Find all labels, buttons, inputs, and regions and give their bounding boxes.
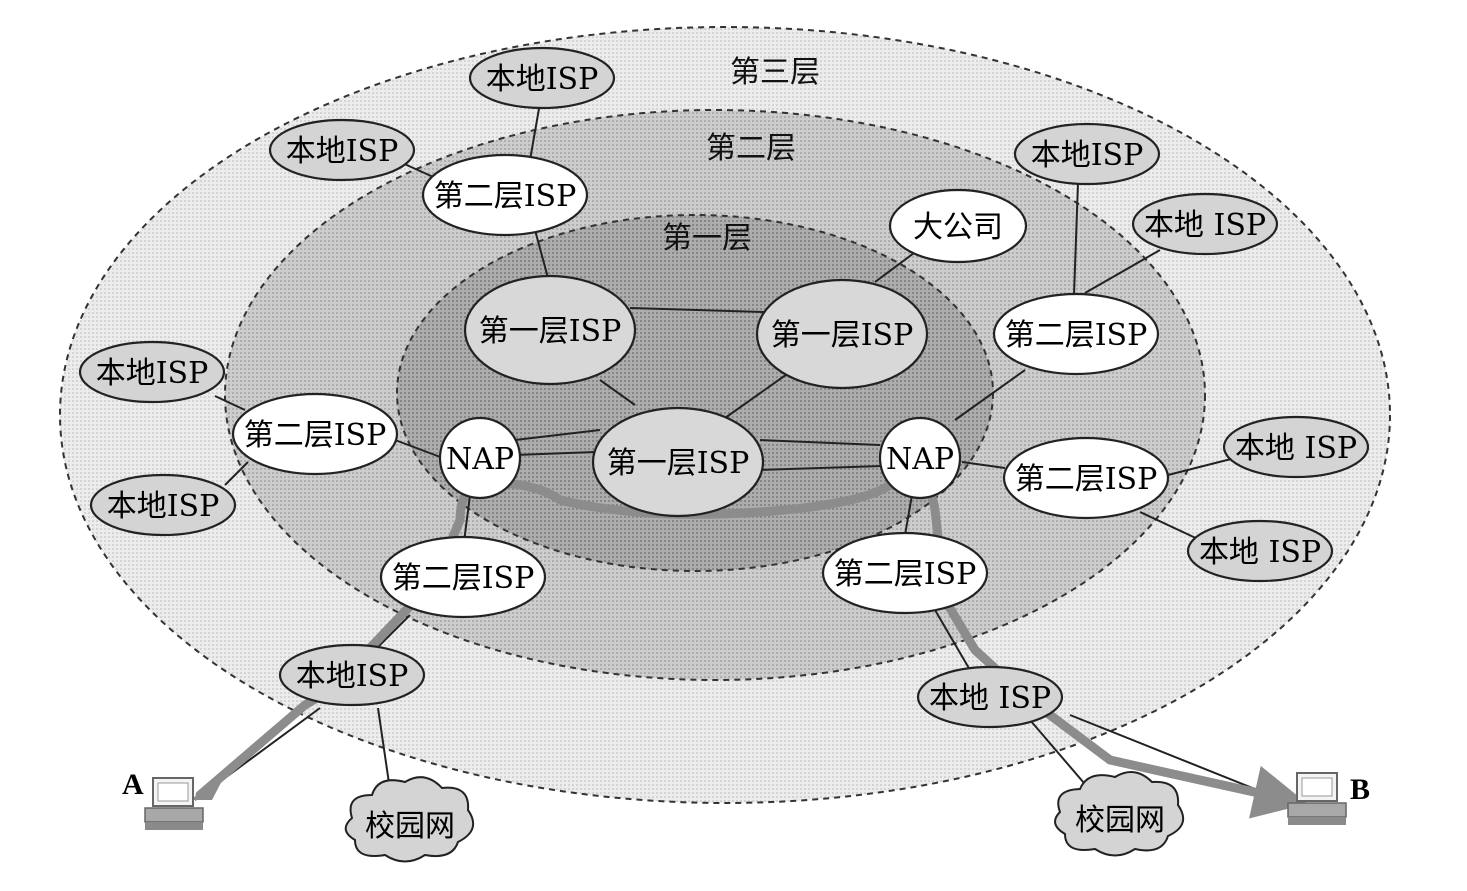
svg-text:本地ISP: 本地ISP xyxy=(1031,138,1144,173)
svg-text:本地ISP: 本地ISP xyxy=(296,659,409,694)
svg-text:第二层ISP: 第二层ISP xyxy=(834,557,977,592)
svg-text:本地 ISP: 本地 ISP xyxy=(929,681,1051,716)
host-a-computer-icon xyxy=(144,777,204,830)
tier1-isp-right: 第一层ISP xyxy=(755,278,929,390)
layer-2-label: 第二层 xyxy=(706,131,796,166)
local-isp-right-lower: 本地 ISP xyxy=(1186,519,1334,583)
tier1-isp-left: 第一层ISP xyxy=(463,274,637,386)
layer-3-label: 第三层 xyxy=(730,55,820,90)
svg-text:本地 ISP: 本地 ISP xyxy=(1199,535,1321,570)
host-a-label: A xyxy=(122,768,144,801)
tier2-isp-right-lower: 第二层ISP xyxy=(1002,436,1170,520)
local-isp-left-upper: 本地ISP xyxy=(78,340,226,404)
svg-text:第二层ISP: 第二层ISP xyxy=(1015,462,1158,497)
nap-right: NAP xyxy=(878,416,962,500)
tier2-isp-top: 第二层ISP xyxy=(421,153,589,237)
layer-1-label: 第一层 xyxy=(662,221,752,256)
route-arrow-a xyxy=(190,775,225,800)
local-isp-top-left: 本地ISP xyxy=(268,118,416,182)
svg-text:第一层ISP: 第一层ISP xyxy=(479,314,622,349)
internet-isp-hierarchy-diagram: 第三层 第二层 第一层 大公司 第一层ISP 第一层ISP 第一层ISP NAP… xyxy=(59,26,1391,863)
local-isp-right-upper: 本地 ISP xyxy=(1131,192,1279,256)
tier2-isp-bottom-right: 第二层ISP xyxy=(821,531,989,615)
svg-text:第二层ISP: 第二层ISP xyxy=(1005,318,1148,353)
svg-text:本地 ISP: 本地 ISP xyxy=(1144,208,1266,243)
svg-text:NAP: NAP xyxy=(886,442,954,477)
svg-text:本地ISP: 本地ISP xyxy=(286,134,399,169)
svg-text:第二层ISP: 第二层ISP xyxy=(434,179,577,214)
svg-text:第一层ISP: 第一层ISP xyxy=(771,318,914,353)
svg-text:第二层ISP: 第二层ISP xyxy=(392,561,535,596)
svg-text:NAP: NAP xyxy=(446,442,514,477)
host-b-label: B xyxy=(1350,773,1370,806)
tier2-isp-left: 第二层ISP xyxy=(231,392,399,476)
svg-text:大公司: 大公司 xyxy=(913,210,1003,245)
svg-text:第一层ISP: 第一层ISP xyxy=(607,446,750,481)
tier2-isp-bottom-left: 第二层ISP xyxy=(379,535,547,619)
campus-network-left: 校园网 xyxy=(344,776,475,863)
local-isp-top-center: 本地ISP xyxy=(468,46,616,110)
local-isp-bottom-right: 本地 ISP xyxy=(916,665,1064,729)
big-company-node: 大公司 xyxy=(888,188,1028,264)
svg-text:本地ISP: 本地ISP xyxy=(486,62,599,97)
tier1-isp-center: 第一层ISP xyxy=(591,406,765,518)
local-isp-top-right: 本地ISP xyxy=(1013,122,1161,186)
svg-text:本地ISP: 本地ISP xyxy=(96,356,209,391)
host-b-computer-icon xyxy=(1287,772,1347,825)
svg-text:第二层ISP: 第二层ISP xyxy=(244,418,387,453)
svg-text:本地 ISP: 本地 ISP xyxy=(1235,431,1357,466)
tier2-isp-right-upper: 第二层ISP xyxy=(992,292,1160,376)
local-isp-bottom-left: 本地ISP xyxy=(278,643,426,707)
svg-text:校园网: 校园网 xyxy=(1075,803,1165,838)
campus-network-right: 校园网 xyxy=(1054,771,1185,857)
nap-left: NAP xyxy=(438,416,522,500)
local-isp-right-middle: 本地 ISP xyxy=(1222,415,1370,479)
local-isp-left-lower: 本地ISP xyxy=(89,473,237,537)
svg-text:校园网: 校园网 xyxy=(365,809,455,844)
svg-text:本地ISP: 本地ISP xyxy=(107,489,220,524)
